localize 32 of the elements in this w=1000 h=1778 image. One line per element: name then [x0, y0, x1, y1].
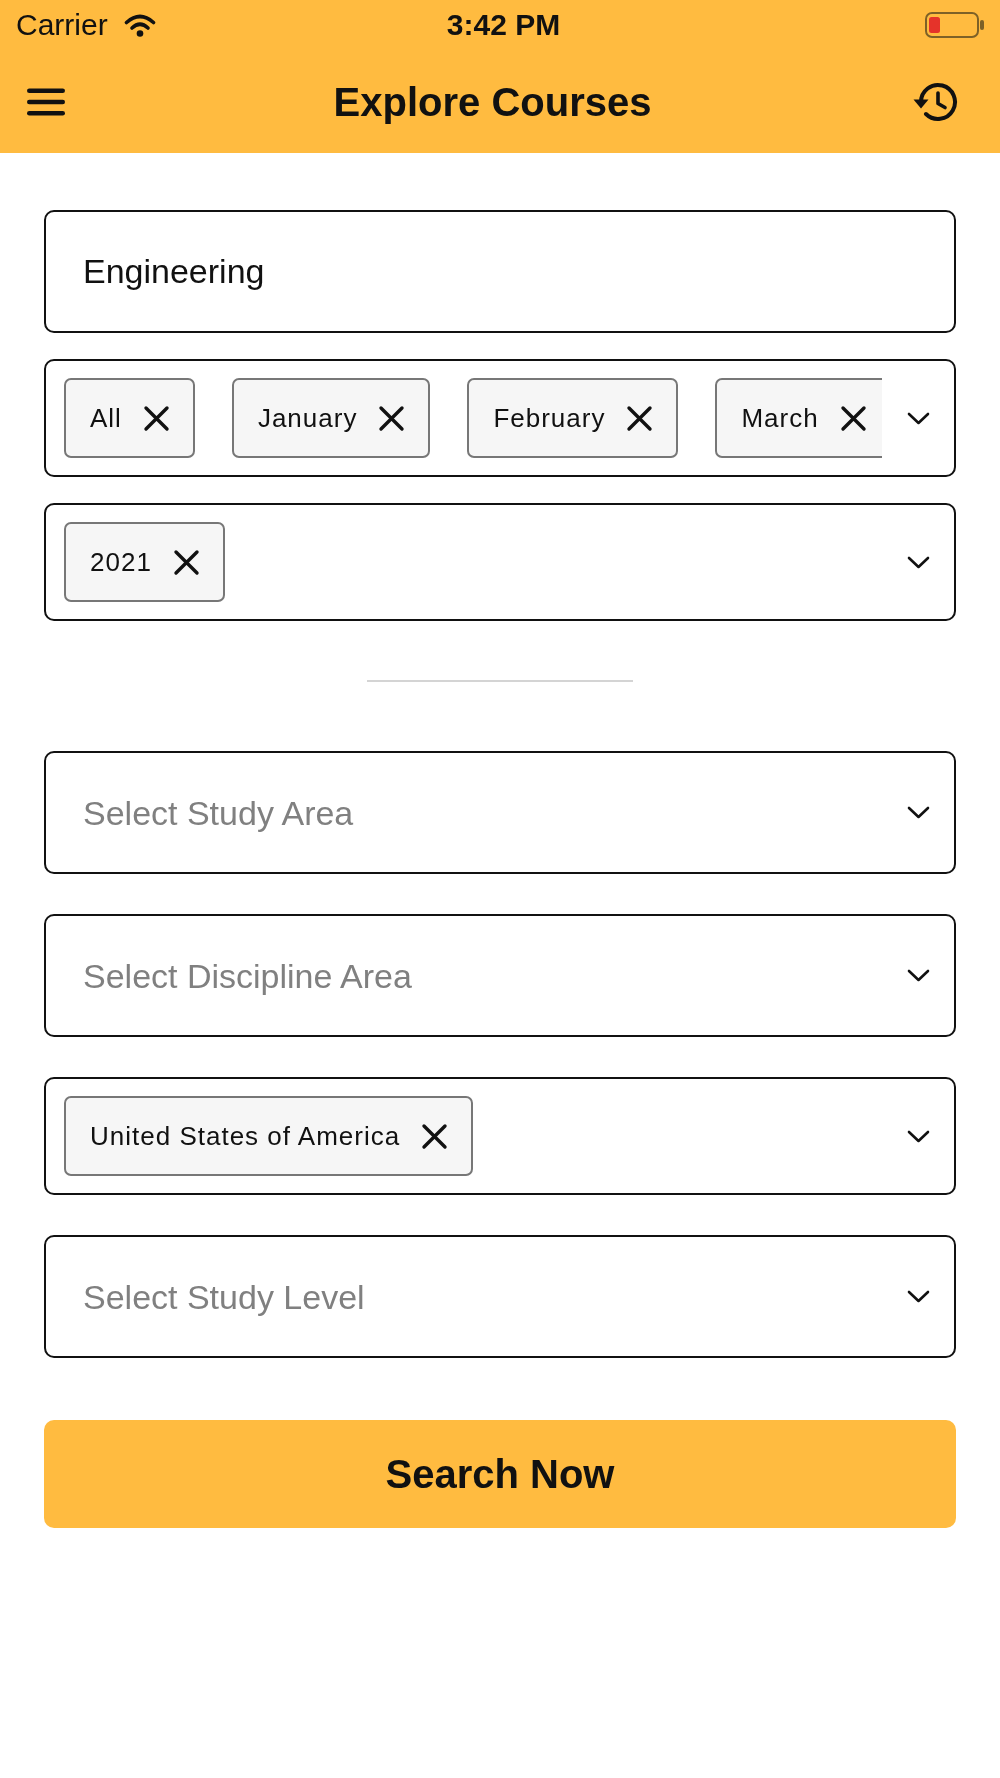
dropdown-field[interactable]: United States of America	[44, 1077, 956, 1195]
close-icon[interactable]	[142, 404, 170, 432]
close-icon[interactable]	[626, 404, 654, 432]
chevron-down-icon	[907, 411, 930, 425]
dropdown-field[interactable]: Select Study Level	[44, 1235, 956, 1358]
chevron-down-icon	[907, 806, 930, 819]
wifi-icon	[123, 13, 156, 37]
chevron-down-icon	[907, 555, 930, 569]
search-button[interactable]: Search Now	[44, 1420, 956, 1528]
dropdown-field[interactable]: All January February March	[44, 359, 956, 477]
filter-chip[interactable]: 2021	[64, 522, 225, 602]
menu-icon[interactable]	[27, 87, 65, 116]
filter-chip[interactable]: March	[715, 378, 882, 458]
search-field[interactable]: Engineering	[44, 210, 956, 333]
close-icon[interactable]	[378, 404, 406, 432]
dropdown-field[interactable]: 2021	[44, 503, 956, 621]
filter-chip[interactable]: January	[231, 378, 431, 458]
chevron-down-icon	[907, 969, 930, 982]
dropdown-field[interactable]: Select Discipline Area	[44, 914, 956, 1037]
page-title: Explore Courses	[333, 78, 652, 125]
filter-chip[interactable]: United States of America	[64, 1096, 474, 1176]
close-icon[interactable]	[421, 1122, 449, 1150]
chevron-down-icon	[907, 1129, 930, 1143]
close-icon[interactable]	[839, 404, 867, 432]
close-icon[interactable]	[172, 548, 200, 576]
chevron-down-icon	[907, 1290, 930, 1303]
dropdown-field[interactable]: Select Study Area	[44, 751, 956, 874]
filter-chip[interactable]: February	[467, 378, 679, 458]
carrier-label: Carrier	[16, 8, 108, 42]
filter-chip[interactable]: All	[64, 378, 195, 458]
battery-icon	[925, 12, 985, 38]
status-time: 3:42 PM	[446, 8, 561, 42]
